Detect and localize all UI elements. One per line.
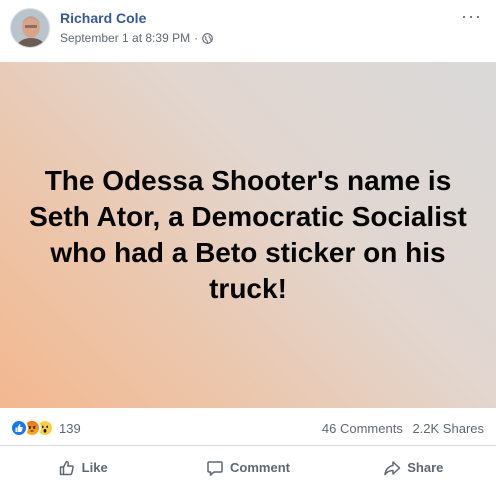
comment-count[interactable]: 46 Comments <box>322 421 403 436</box>
more-options-icon[interactable]: ··· <box>461 6 482 27</box>
like-label: Like <box>81 460 108 475</box>
reactions-summary[interactable]: 139 <box>10 419 81 437</box>
post-header: Richard Cole September 1 at 8:39 PM · ··… <box>0 0 496 62</box>
comment-label: Comment <box>230 460 290 475</box>
reaction-count[interactable]: 139 <box>59 421 81 436</box>
post-text-card: The Odessa Shooter's name is Seth Ator, … <box>0 62 496 408</box>
globe-icon[interactable] <box>202 32 213 44</box>
engagement-counts: 46 Comments 2.2K Shares <box>316 421 484 436</box>
like-reaction-icon <box>10 419 28 437</box>
share-icon <box>384 460 401 475</box>
comment-button[interactable]: Comment <box>165 447 330 488</box>
post-stats: 139 46 Comments 2.2K Shares <box>0 408 496 446</box>
post-meta: September 1 at 8:39 PM · <box>60 31 213 45</box>
author-name[interactable]: Richard Cole <box>60 10 146 26</box>
comment-icon <box>207 460 223 476</box>
separator: · <box>194 31 199 45</box>
share-count[interactable]: 2.2K Shares <box>412 421 484 436</box>
profile-photo-icon <box>11 9 49 47</box>
avatar[interactable] <box>10 8 50 48</box>
post-text: The Odessa Shooter's name is Seth Ator, … <box>29 165 467 304</box>
thumbs-up-icon <box>59 460 74 475</box>
like-button[interactable]: Like <box>0 447 165 488</box>
timestamp[interactable]: September 1 at 8:39 PM <box>60 31 190 45</box>
share-label: Share <box>407 460 444 475</box>
post: Richard Cole September 1 at 8:39 PM · ··… <box>0 0 496 488</box>
share-button[interactable]: Share <box>331 447 496 488</box>
post-actions: Like Comment Share <box>0 447 496 488</box>
